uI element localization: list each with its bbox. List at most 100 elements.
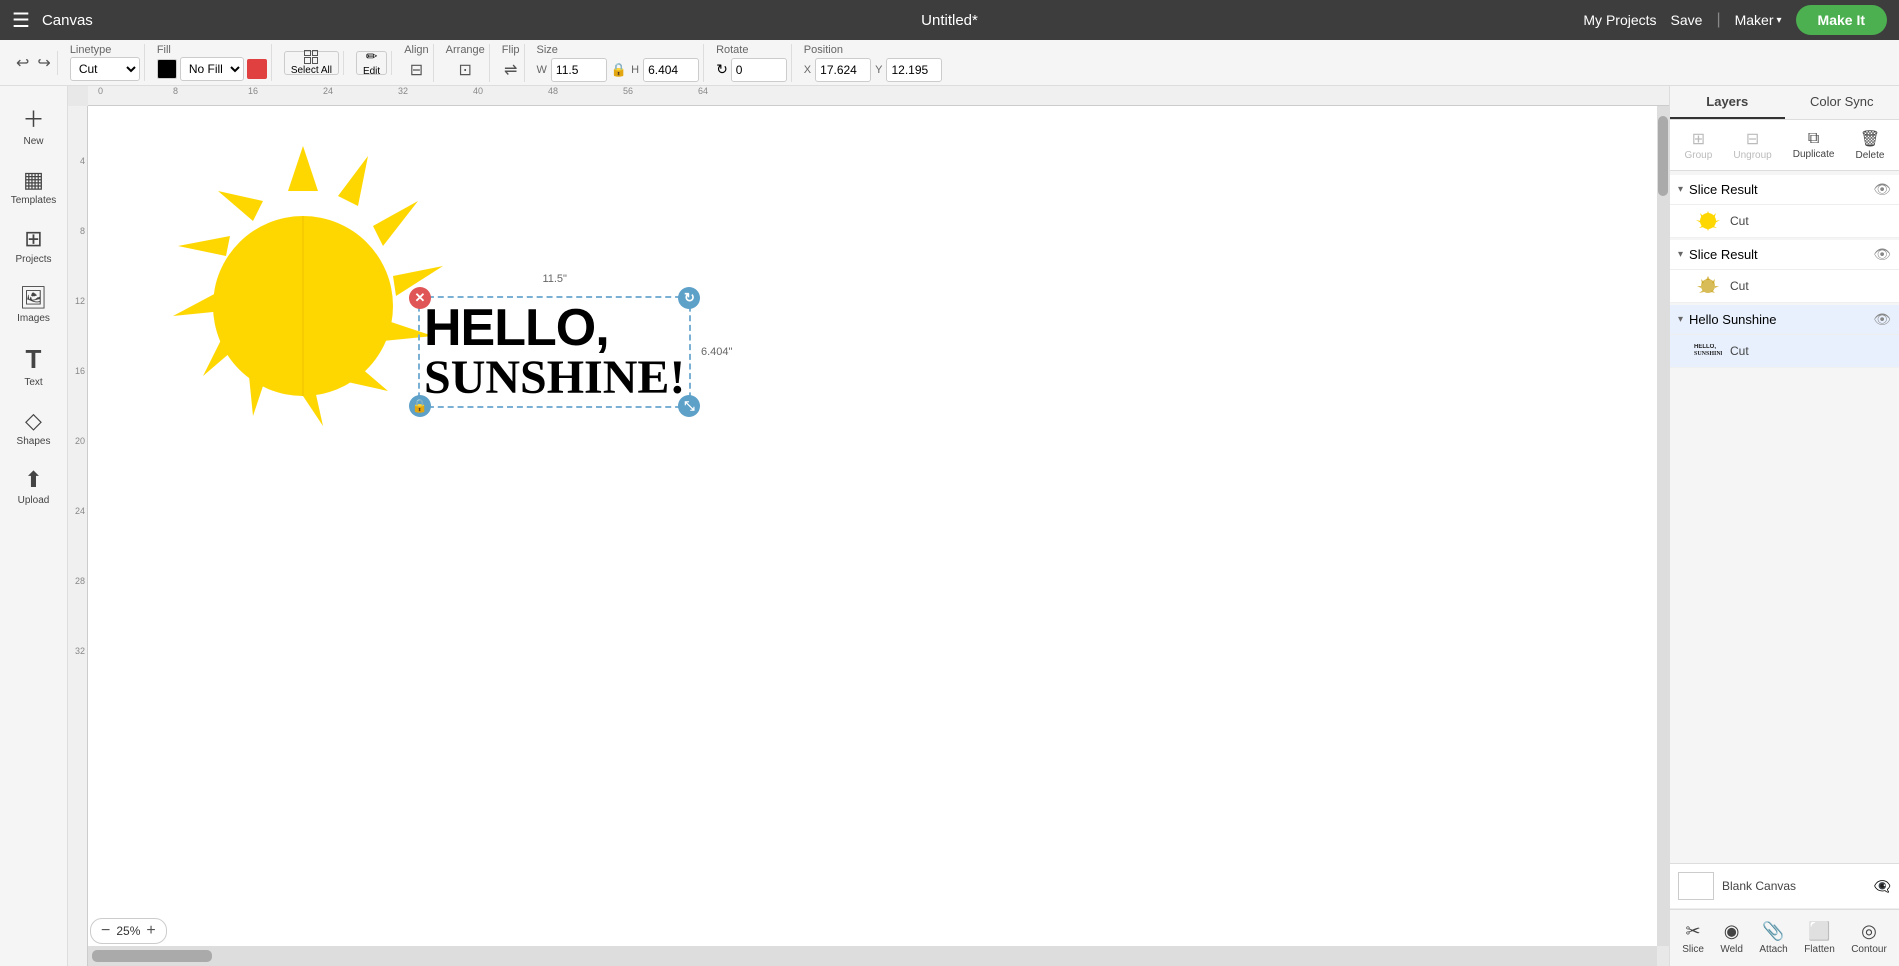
canvas-area[interactable]: 0 8 16 24 32 40 48 56 64 4 8 12 16 20 24… bbox=[68, 86, 1669, 966]
flip-button[interactable]: ⇌ bbox=[502, 58, 519, 82]
flip-label: Flip bbox=[502, 44, 520, 56]
sidebar-item-text[interactable]: T Text bbox=[3, 336, 65, 396]
arrange-button[interactable]: ⊡ bbox=[457, 58, 474, 82]
canvas-white[interactable]: ✕ ↻ 🔒 ⤡ 11.5" 6.404" HELLO, SUNSHINE! bbox=[88, 106, 1669, 946]
lock-icon[interactable]: 🔒 bbox=[611, 62, 627, 78]
divider: | bbox=[1716, 11, 1720, 29]
sidebar-item-new[interactable]: ＋ New bbox=[3, 94, 65, 155]
rotate-handle[interactable]: ↻ bbox=[678, 287, 700, 309]
doc-title: Untitled* bbox=[921, 12, 978, 29]
layer-group-slice1-header[interactable]: ▾ Slice Result 👁 bbox=[1670, 175, 1899, 205]
text-line1: HELLO, bbox=[424, 302, 685, 354]
duplicate-button[interactable]: ⧉ Duplicate bbox=[1787, 127, 1841, 163]
blank-canvas-label: Blank Canvas bbox=[1722, 879, 1866, 893]
lock-handle[interactable]: 🔒 bbox=[409, 395, 431, 417]
layer-group-hello-header[interactable]: ▾ Hello Sunshine 👁 bbox=[1670, 305, 1899, 335]
sidebar-item-upload[interactable]: ⬆ Upload bbox=[3, 459, 65, 514]
edit-group: ✏ Edit bbox=[352, 51, 392, 75]
flatten-tool-button[interactable]: ⬜ Flatten bbox=[1798, 918, 1841, 958]
ungroup-button[interactable]: ⊟ Ungroup bbox=[1727, 126, 1777, 164]
panel-bottom: Blank Canvas 👁‍🗨 ✂ Slice ◉ Weld 📎 Attach… bbox=[1670, 863, 1899, 966]
size-h-input[interactable] bbox=[643, 58, 699, 82]
zoom-value: 25% bbox=[116, 924, 140, 938]
weld-tool-button[interactable]: ◉ Weld bbox=[1714, 918, 1749, 958]
layer-group-slice2-header[interactable]: ▾ Slice Result 👁 bbox=[1670, 240, 1899, 270]
topbar: ☰ Canvas Untitled* My Projects Save | Ma… bbox=[0, 0, 1899, 40]
menu-icon[interactable]: ☰ bbox=[12, 8, 30, 33]
size-group: Size W 🔒 H bbox=[533, 44, 705, 82]
sidebar-item-shapes[interactable]: ◇ Shapes bbox=[3, 400, 65, 455]
fill-group: Fill No Fill bbox=[153, 44, 272, 81]
zoom-in-button[interactable]: + bbox=[144, 922, 157, 940]
text-line2: SUNSHINE! bbox=[424, 354, 685, 402]
tab-layers[interactable]: Layers bbox=[1670, 86, 1785, 119]
slice-tool-button[interactable]: ✂ Slice bbox=[1676, 918, 1710, 958]
redo-button[interactable]: ↪ bbox=[35, 51, 52, 75]
canvas-horizontal-scrollbar[interactable] bbox=[88, 946, 1657, 966]
fill-label: Fill bbox=[157, 44, 171, 56]
panel-tabs: Layers Color Sync bbox=[1670, 86, 1899, 120]
attach-tool-button[interactable]: 📎 Attach bbox=[1753, 918, 1793, 958]
selected-text-element[interactable]: ✕ ↻ 🔒 ⤡ 11.5" 6.404" HELLO, SUNSHINE! bbox=[418, 296, 691, 408]
app-title: Canvas bbox=[42, 12, 93, 29]
canvas-vscroll-thumb[interactable] bbox=[1658, 116, 1668, 196]
slice1-visibility-toggle[interactable]: 👁 bbox=[1873, 181, 1891, 198]
select-all-button[interactable]: Select All bbox=[284, 51, 339, 75]
contour-tool-button[interactable]: ◎ Contour bbox=[1845, 918, 1893, 958]
rotate-group: Rotate ↻ bbox=[712, 44, 792, 82]
left-sidebar: ＋ New ▦ Templates ⊞ Projects 🖼 Images T … bbox=[0, 86, 68, 966]
canvas-hscroll-thumb[interactable] bbox=[92, 950, 212, 962]
edit-button[interactable]: ✏ Edit bbox=[356, 51, 387, 75]
close-handle[interactable]: ✕ bbox=[409, 287, 431, 309]
zoom-out-button[interactable]: − bbox=[99, 922, 112, 940]
layer-group-slice2: ▾ Slice Result 👁 bbox=[1670, 240, 1899, 303]
main-layout: ＋ New ▦ Templates ⊞ Projects 🖼 Images T … bbox=[0, 86, 1899, 966]
right-panel: Layers Color Sync ⊞ Group ⊟ Ungroup ⧉ Du… bbox=[1669, 86, 1899, 966]
sidebar-item-projects[interactable]: ⊞ Projects bbox=[3, 218, 65, 273]
delete-button[interactable]: 🗑 Delete bbox=[1850, 126, 1891, 164]
make-it-button[interactable]: Make It bbox=[1796, 5, 1887, 35]
fill-pen-icon[interactable] bbox=[247, 59, 267, 79]
group-button[interactable]: ⊞ Group bbox=[1679, 126, 1719, 164]
layer-group-slice1: ▾ Slice Result 👁 bbox=[1670, 175, 1899, 238]
position-x-input[interactable] bbox=[815, 58, 871, 82]
linetype-label: Linetype bbox=[70, 44, 112, 56]
sidebar-item-images[interactable]: 🖼 Images bbox=[3, 277, 65, 332]
ruler-left: 4 8 12 16 20 24 28 32 bbox=[68, 106, 88, 966]
fill-select[interactable]: No Fill bbox=[180, 57, 244, 81]
blank-canvas-eye[interactable]: 👁‍🗨 bbox=[1874, 878, 1891, 895]
fill-color-swatch[interactable] bbox=[157, 59, 177, 79]
align-button[interactable]: ⊟ bbox=[408, 58, 425, 82]
sidebar-item-templates[interactable]: ▦ Templates bbox=[3, 159, 65, 214]
linetype-select[interactable]: Cut bbox=[70, 57, 140, 81]
bottom-tools: ✂ Slice ◉ Weld 📎 Attach ⬜ Flatten ◎ C bbox=[1670, 909, 1899, 966]
blank-canvas-thumb bbox=[1678, 872, 1714, 900]
arrange-label: Arrange bbox=[446, 44, 485, 56]
slice2-layer-item[interactable]: Cut bbox=[1670, 270, 1899, 303]
rotate-label: Rotate bbox=[716, 44, 787, 56]
align-label: Align bbox=[404, 44, 428, 56]
sun-graphic bbox=[148, 136, 458, 481]
hello-layer-item[interactable]: HELLO, SUNSHINE Cut bbox=[1670, 335, 1899, 368]
save-button[interactable]: Save bbox=[1671, 12, 1703, 28]
my-projects-button[interactable]: My Projects bbox=[1583, 12, 1656, 28]
undo-redo-group: ↩ ↪ bbox=[10, 51, 58, 75]
rotate-input[interactable] bbox=[731, 58, 787, 82]
tab-color-sync[interactable]: Color Sync bbox=[1785, 86, 1899, 119]
scale-handle[interactable]: ⤡ bbox=[678, 395, 700, 417]
slice2-visibility-toggle[interactable]: 👁 bbox=[1873, 246, 1891, 263]
toolbar: ↩ ↪ Linetype Cut Fill No Fill bbox=[0, 40, 1899, 86]
size-label: Size bbox=[537, 44, 700, 56]
width-size-label: 11.5" bbox=[539, 272, 570, 286]
maker-button[interactable]: Maker ▾ bbox=[1735, 12, 1782, 28]
hello-visibility-toggle[interactable]: 👁 bbox=[1873, 311, 1891, 328]
position-group: Position X Y bbox=[800, 44, 947, 82]
undo-button[interactable]: ↩ bbox=[14, 51, 31, 75]
layer-group-hello: ▾ Hello Sunshine 👁 HELLO, SUNSHINE Cut bbox=[1670, 305, 1899, 368]
flip-group: Flip ⇌ bbox=[498, 44, 525, 82]
linetype-group: Linetype Cut bbox=[66, 44, 145, 81]
slice1-layer-item[interactable]: Cut bbox=[1670, 205, 1899, 238]
size-w-input[interactable] bbox=[551, 58, 607, 82]
canvas-vertical-scrollbar[interactable] bbox=[1657, 106, 1669, 946]
position-y-input[interactable] bbox=[886, 58, 942, 82]
